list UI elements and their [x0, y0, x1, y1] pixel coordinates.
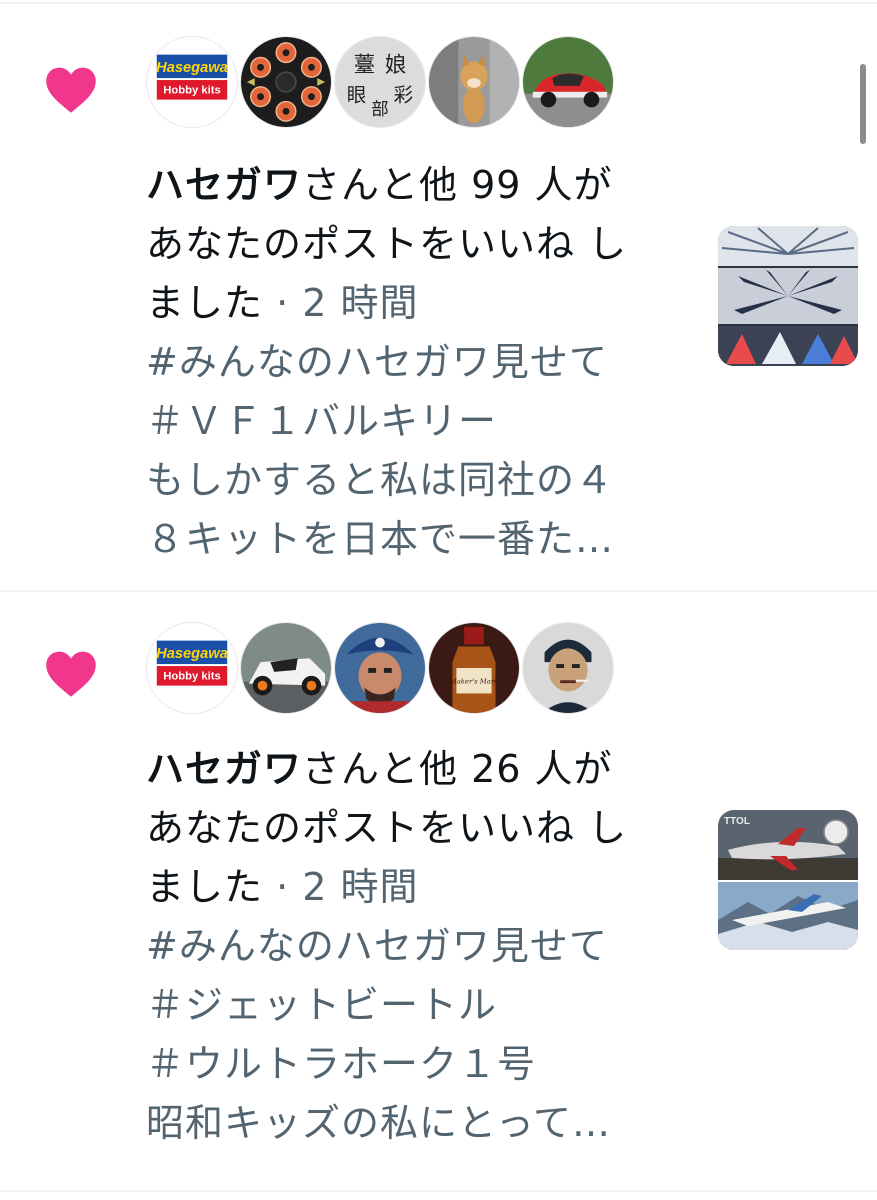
like-notification[interactable]: Hasegawa Hobby kits — [0, 4, 877, 590]
avatar[interactable] — [522, 622, 614, 714]
like-notification[interactable]: Hasegawa Hobby kits — [0, 592, 877, 1190]
actor-name[interactable]: ハセガワ — [146, 163, 302, 207]
post-thumbnail[interactable] — [718, 226, 858, 366]
post-preview-line: #みんなのハセガワ見せて — [146, 340, 608, 384]
post-thumbnail[interactable]: TTOL — [718, 810, 858, 950]
liker-avatars: Hasegawa Hobby kits — [146, 36, 616, 132]
like-summary: さんと他 26 人が — [302, 747, 613, 791]
avatar[interactable]: Hasegawa Hobby kits — [146, 622, 238, 714]
like-summary: さんと他 99 人が — [302, 163, 613, 207]
shiba-dog-image — [429, 37, 519, 127]
calligraphy-char: 部 — [371, 100, 389, 120]
separator: · — [276, 865, 290, 909]
separator: · — [276, 281, 290, 325]
avatar[interactable]: Hasegawa Hobby kits — [146, 36, 238, 128]
notification-text: ハセガワさんと他 99 人が あなたのポストをいいね し ました · 2 時間 … — [146, 156, 706, 569]
caricature-figure-image — [523, 623, 613, 713]
jet-beetle-image: TTOL — [718, 810, 858, 950]
calligraphy-char: 眼 — [347, 84, 367, 107]
avatar[interactable]: 薹 娘 眼 部 彩 — [334, 36, 426, 128]
notification-text: ハセガワさんと他 26 人が あなたのポストをいいね し ました · 2 時間 … — [146, 740, 706, 1153]
post-preview-line: ８キットを日本で一番た… — [146, 517, 615, 561]
avatar[interactable] — [428, 36, 520, 128]
calligraphy-char: 娘 — [385, 53, 407, 78]
actor-name[interactable]: ハセガワ — [146, 747, 302, 791]
calligraphy-char: 彩 — [394, 84, 414, 107]
avatar[interactable] — [240, 622, 332, 714]
avatar[interactable] — [522, 36, 614, 128]
heart-icon — [46, 651, 96, 697]
plane-label-text: TTOL — [724, 816, 750, 827]
like-summary: あなたのポストをいいね し — [146, 806, 628, 850]
calligraphy-char: 薹 — [354, 53, 376, 78]
hasegawa-logo-text: Hasegawa — [156, 60, 228, 76]
post-preview-line: ＃ジェットビートル — [146, 983, 498, 1027]
timestamp: 2 時間 — [302, 281, 419, 325]
liker-avatars: Hasegawa Hobby kits — [146, 622, 616, 718]
whisky-bottle-image: Maker's Mark — [429, 623, 519, 713]
hasegawa-logo-text: Hasegawa — [156, 646, 228, 662]
heart-icon — [46, 67, 96, 113]
avatar[interactable]: Maker's Mark — [428, 622, 520, 714]
vf1-valkyrie-image — [718, 226, 858, 366]
scrollbar[interactable] — [860, 64, 866, 144]
hobby-kits-text: Hobby kits — [163, 85, 221, 97]
pirate-figure-image — [335, 623, 425, 713]
calligraphy-image: 薹 娘 眼 部 彩 — [335, 37, 425, 127]
hasegawa-logo-image: Hasegawa Hobby kits — [147, 37, 237, 127]
bottle-label-text: Maker's Mark — [449, 678, 499, 686]
avatar[interactable] — [240, 36, 332, 128]
post-preview-line: ＃ＶＦ１バルキリー — [146, 399, 498, 443]
red-car-image — [523, 37, 613, 127]
hasegawa-logo-image: Hasegawa Hobby kits — [147, 623, 237, 713]
race-car-model-image — [241, 623, 331, 713]
like-summary: ました — [146, 865, 264, 909]
gear-pattern-image — [241, 37, 331, 127]
like-summary: あなたのポストをいいね し — [146, 222, 628, 266]
post-preview-line: もしかすると私は同社の４ — [146, 458, 615, 502]
avatar[interactable] — [334, 622, 426, 714]
post-preview-line: ＃ウルトラホーク１号 — [146, 1042, 537, 1086]
timestamp: 2 時間 — [302, 865, 419, 909]
like-summary: ました — [146, 281, 264, 325]
hobby-kits-text: Hobby kits — [163, 671, 221, 683]
post-preview-line: #みんなのハセガワ見せて — [146, 924, 608, 968]
bottom-divider — [0, 1190, 877, 1192]
post-preview-line: 昭和キッズの私にとって… — [146, 1101, 611, 1145]
